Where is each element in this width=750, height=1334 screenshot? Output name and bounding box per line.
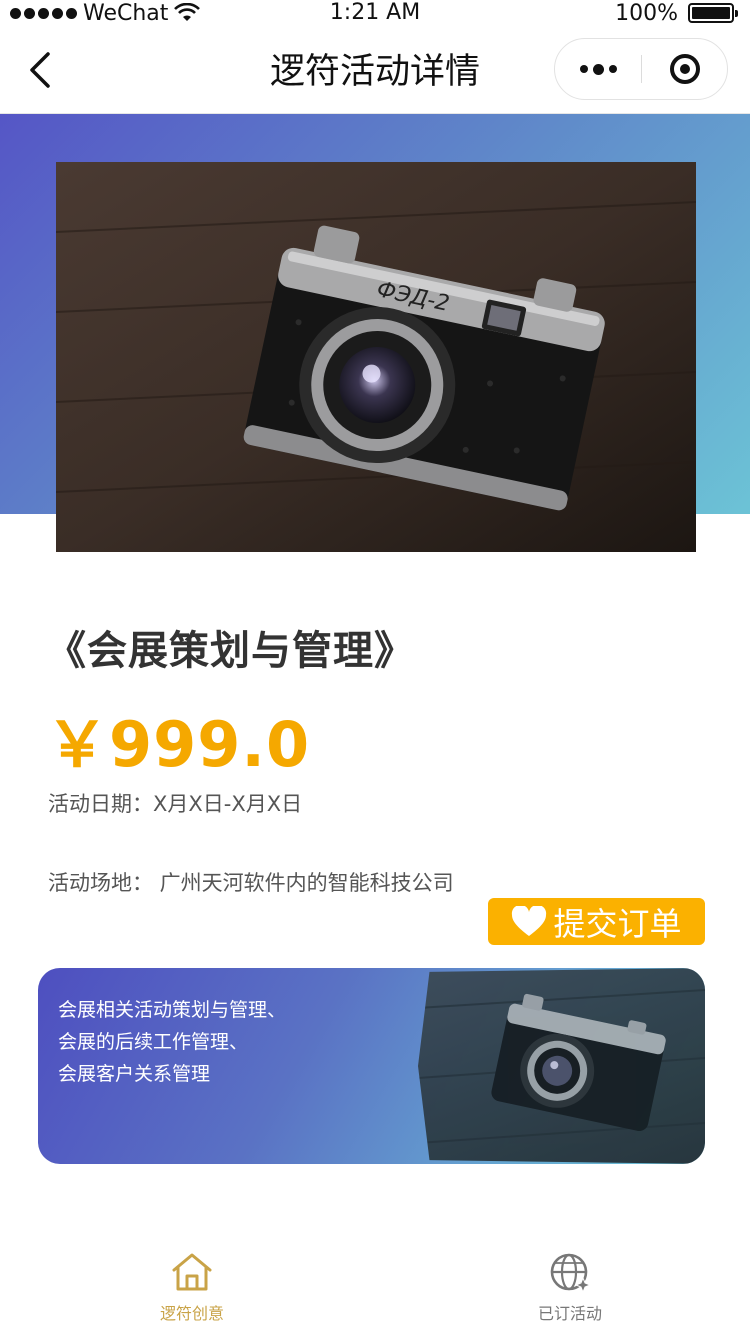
status-right: 100%: [615, 0, 738, 26]
more-button[interactable]: [555, 39, 641, 99]
battery-icon: [688, 3, 738, 23]
event-title: 《会展策划与管理》: [46, 628, 415, 674]
tab-home-label: 逻符创意: [159, 1304, 224, 1323]
submit-order-label: 提交订单: [553, 904, 682, 943]
miniapp-capsule: [554, 38, 728, 100]
tab-booked-events[interactable]: 已订活动: [470, 1244, 670, 1334]
event-venue: 活动场地： 广州天河软件内的智能科技公司: [48, 871, 454, 895]
tab-home[interactable]: 逻符创意: [92, 1244, 292, 1334]
heart-icon: [512, 905, 547, 936]
promo-line: 会展客户关系管理: [58, 1063, 211, 1085]
close-miniapp-button[interactable]: [642, 39, 728, 99]
status-bar: WeChat 1:21 AM 100%: [0, 0, 750, 26]
hero-camera-image: ФЭД-2: [56, 162, 696, 552]
promo-card[interactable]: 会展相关活动策划与管理、 会展的后续工作管理、 会展客户关系管理: [38, 968, 705, 1164]
tab-bar: 逻符创意 已订活动: [0, 1244, 750, 1334]
promo-line: 会展相关活动策划与管理、: [58, 999, 287, 1021]
nav-bar: 逻符活动详情: [0, 26, 750, 114]
submit-order-button[interactable]: 提交订单: [488, 898, 705, 945]
event-price: ￥999.0: [46, 708, 311, 781]
globe-icon: [550, 1253, 592, 1294]
promo-line: 会展的后续工作管理、: [58, 1031, 249, 1053]
promo-camera-image: [418, 968, 705, 1164]
page: WeChat 1:21 AM 100% 逻符活动详情 ФЭД-2 《会展策划与管…: [0, 0, 750, 1334]
home-icon: [172, 1253, 212, 1291]
battery-percent: 100%: [615, 0, 678, 26]
tab-booked-label: 已订活动: [537, 1304, 602, 1323]
event-date: 活动日期：X月X日-X月X日: [48, 792, 303, 816]
target-icon: [670, 54, 700, 84]
promo-text: 会展相关活动策划与管理、 会展的后续工作管理、 会展客户关系管理: [58, 994, 286, 1090]
